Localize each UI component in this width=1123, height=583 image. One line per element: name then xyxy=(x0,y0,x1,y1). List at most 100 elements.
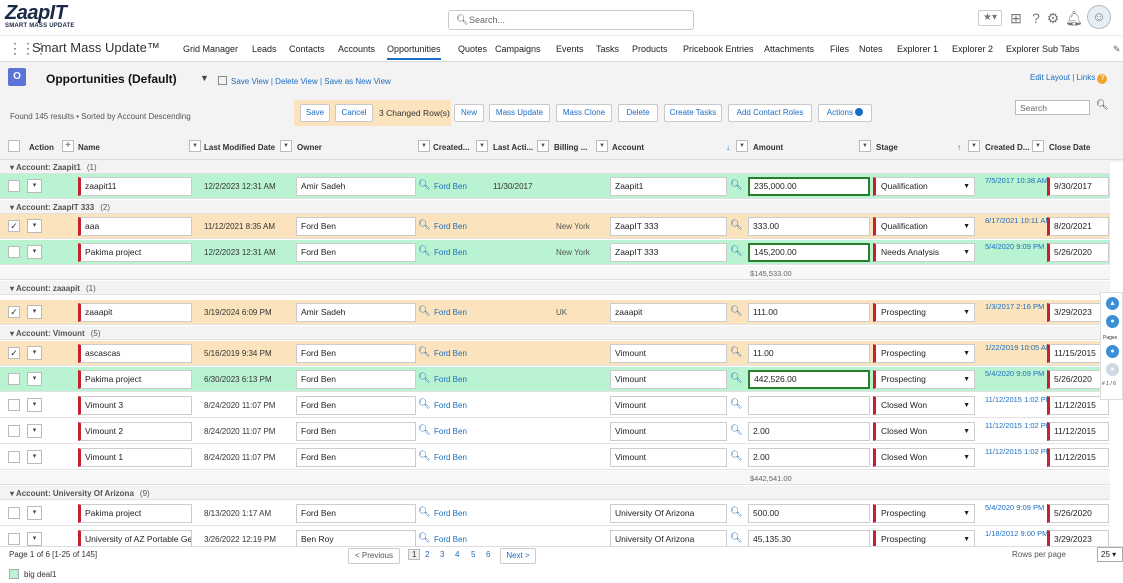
nav-item-grid-manager[interactable]: Grid Manager xyxy=(183,44,238,54)
column-menu-icon[interactable]: ▼ xyxy=(537,140,549,152)
help-circle-icon[interactable]: ? xyxy=(1097,74,1108,84)
row-checkbox[interactable] xyxy=(8,399,20,411)
column-stage[interactable]: Stage xyxy=(876,143,898,152)
owner-field[interactable]: Amir Sadeh xyxy=(296,303,416,322)
settings-gear-icon[interactable]: ⚙ xyxy=(1046,8,1060,28)
nav-item-campaigns[interactable]: Campaigns xyxy=(495,44,541,54)
close-date-field[interactable]: 11/12/2015 xyxy=(1047,422,1109,441)
account-field[interactable]: Vimount xyxy=(610,370,727,389)
owner-lookup-search-icon[interactable]: 🔍︎ xyxy=(418,533,431,544)
owner-lookup-search-icon[interactable]: 🔍︎ xyxy=(418,425,431,436)
close-date-field[interactable]: 5/26/2020 xyxy=(1047,243,1109,262)
amount-field[interactable]: 145,200.00 xyxy=(748,243,870,262)
add-column-icon[interactable]: + xyxy=(62,140,74,152)
account-lookup-search-icon[interactable]: 🔍︎ xyxy=(730,425,743,436)
owner-lookup-search-icon[interactable]: 🔍︎ xyxy=(418,451,431,462)
name-field[interactable]: zaapit11 xyxy=(78,177,192,196)
owner-field[interactable]: Ford Ben xyxy=(296,396,416,415)
group-header[interactable]: ▾ Account: Zaapit1 (1) xyxy=(0,160,1110,174)
row-checkbox[interactable] xyxy=(8,507,20,519)
owner-field[interactable]: Ford Ben xyxy=(296,422,416,441)
view-dropdown-icon[interactable]: ▼ xyxy=(200,73,209,83)
account-lookup-search-icon[interactable]: 🔍︎ xyxy=(730,533,743,544)
row-checkbox[interactable]: ✓ xyxy=(8,347,20,359)
amount-field[interactable]: 111.00 xyxy=(748,303,870,322)
row-checkbox[interactable]: ✓ xyxy=(8,220,20,232)
stage-select[interactable]: Closed Won ▼ xyxy=(873,448,975,467)
row-checkbox[interactable]: ✓ xyxy=(8,306,20,318)
group-header[interactable]: ▾ Account: Vimount (5) xyxy=(0,326,1110,340)
row-checkbox[interactable] xyxy=(8,373,20,385)
close-date-field[interactable]: 9/30/2017 xyxy=(1047,177,1109,196)
view-name[interactable]: Opportunities (Default) xyxy=(46,72,177,86)
row-checkbox[interactable] xyxy=(8,533,20,545)
name-field[interactable]: University of AZ Portable Ge xyxy=(78,530,192,546)
nav-item-files[interactable]: Files xyxy=(830,44,849,54)
column-owner[interactable]: Owner xyxy=(297,143,322,152)
close-date-field[interactable]: 11/12/2015 xyxy=(1047,448,1109,467)
owner-lookup-search-icon[interactable]: 🔍︎ xyxy=(418,180,431,191)
grid-search-icon[interactable]: 🔍︎ xyxy=(1096,100,1109,111)
row-checkbox[interactable] xyxy=(8,246,20,258)
next-page-button[interactable]: Next > xyxy=(500,548,536,564)
nav-item-opportunities[interactable]: Opportunities xyxy=(387,44,441,60)
name-field[interactable]: Pakima project xyxy=(78,370,192,389)
column-menu-icon[interactable]: ▼ xyxy=(476,140,488,152)
amount-field[interactable]: 45,135.30 xyxy=(748,530,870,546)
column-last-activity[interactable]: Last Acti... xyxy=(493,143,533,152)
account-field[interactable]: Vimount xyxy=(610,344,727,363)
nav-item-events[interactable]: Events xyxy=(556,44,584,54)
group-header[interactable]: ▾ Account: zaaapit (1) xyxy=(0,281,1110,295)
grid-search-input[interactable]: Search xyxy=(1015,100,1090,115)
scroll-top-icon[interactable]: ▲ xyxy=(1106,297,1119,310)
owner-lookup-search-icon[interactable]: 🔍︎ xyxy=(418,399,431,410)
row-checkbox[interactable] xyxy=(8,180,20,192)
row-expand-chevron-icon[interactable]: ▾ xyxy=(27,245,42,259)
create-tasks-button[interactable]: Create Tasks xyxy=(664,104,722,122)
edit-nav-pencil-icon[interactable]: ✎ xyxy=(1113,44,1121,55)
page-5-link[interactable]: 5 xyxy=(471,550,475,559)
previous-page-button[interactable]: < Previous xyxy=(348,548,400,564)
page-nav-icon[interactable]: ● xyxy=(1106,345,1119,358)
user-avatar[interactable]: ☺ xyxy=(1087,5,1111,29)
owner-lookup-search-icon[interactable]: 🔍︎ xyxy=(418,373,431,384)
account-lookup-search-icon[interactable]: 🔍︎ xyxy=(730,220,743,231)
owner-field[interactable]: Ford Ben xyxy=(296,448,416,467)
owner-field[interactable]: Ford Ben xyxy=(296,344,416,363)
account-field[interactable]: ZaapIT 333 xyxy=(610,217,727,236)
column-last-modified[interactable]: Last Modified Date xyxy=(204,143,275,152)
row-expand-chevron-icon[interactable]: ▾ xyxy=(27,305,42,319)
nav-item-attachments[interactable]: Attachments xyxy=(764,44,814,54)
account-lookup-search-icon[interactable]: 🔍︎ xyxy=(730,306,743,317)
name-field[interactable]: Vimount 3 xyxy=(78,396,192,415)
account-field[interactable]: Vimount xyxy=(610,396,727,415)
scroll-up-icon[interactable]: ● xyxy=(1106,315,1119,328)
stage-select[interactable]: Qualification ▼ xyxy=(873,177,975,196)
column-created-by[interactable]: Created... xyxy=(433,143,469,152)
help-icon[interactable]: ? xyxy=(1029,8,1043,28)
owner-field[interactable]: Ben Roy xyxy=(296,530,416,546)
nav-item-accounts[interactable]: Accounts xyxy=(338,44,375,54)
account-lookup-search-icon[interactable]: 🔍︎ xyxy=(730,451,743,462)
close-date-field[interactable]: 8/20/2021 xyxy=(1047,217,1109,236)
account-lookup-search-icon[interactable]: 🔍︎ xyxy=(730,347,743,358)
stage-select[interactable]: Prospecting ▼ xyxy=(873,504,975,523)
name-field[interactable]: Vimount 1 xyxy=(78,448,192,467)
nav-item-contacts[interactable]: Contacts xyxy=(289,44,325,54)
group-header[interactable]: ▾ Account: ZaapIT 333 (2) xyxy=(0,200,1110,214)
nav-item-explorer-1[interactable]: Explorer 1 xyxy=(897,44,938,54)
account-lookup-search-icon[interactable]: 🔍︎ xyxy=(730,373,743,384)
row-expand-chevron-icon[interactable]: ▾ xyxy=(27,179,42,193)
owner-field[interactable]: Ford Ben xyxy=(296,217,416,236)
add-contact-roles-button[interactable]: Add Contact Roles xyxy=(728,104,812,122)
nav-item-leads[interactable]: Leads xyxy=(252,44,277,54)
page-3-link[interactable]: 3 xyxy=(440,550,444,559)
row-expand-chevron-icon[interactable]: ▾ xyxy=(27,346,42,360)
row-expand-chevron-icon[interactable]: ▾ xyxy=(27,532,42,546)
account-field[interactable]: Vimount xyxy=(610,422,727,441)
stage-select[interactable]: Qualification ▼ xyxy=(873,217,975,236)
notification-bell-icon[interactable]: 🔔︎ xyxy=(1065,8,1083,28)
page-1-link[interactable]: 1 xyxy=(408,549,421,560)
nav-item-products[interactable]: Products xyxy=(632,44,668,54)
owner-lookup-search-icon[interactable]: 🔍︎ xyxy=(418,220,431,231)
